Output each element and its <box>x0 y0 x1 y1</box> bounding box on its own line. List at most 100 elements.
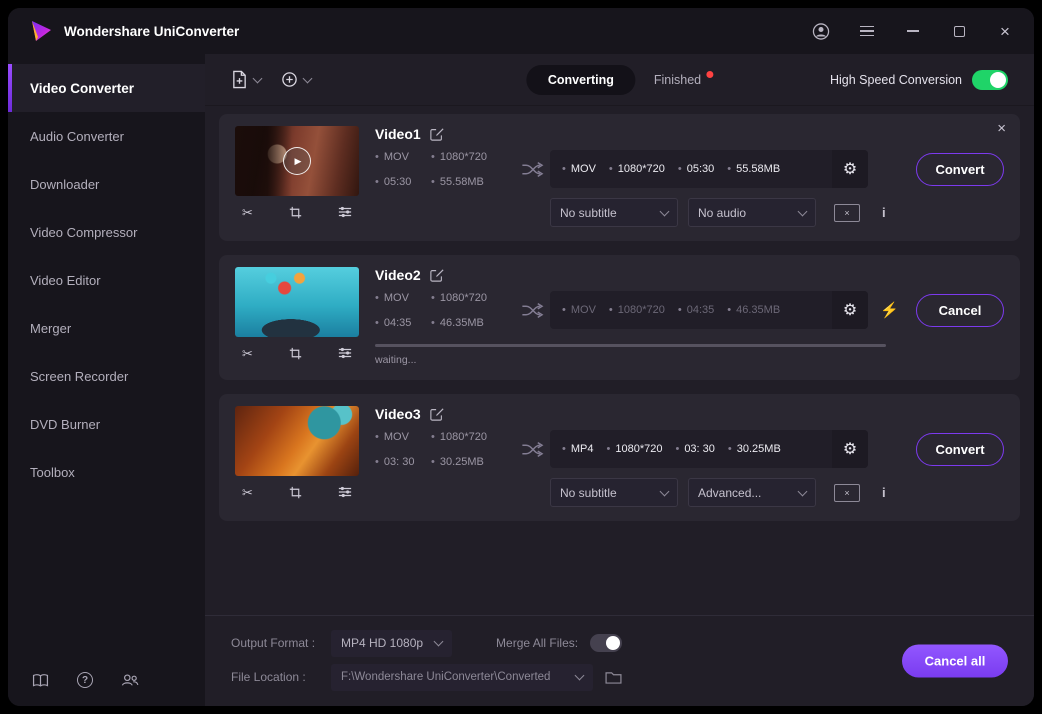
chevron-down-icon <box>434 637 444 647</box>
account-icon[interactable] <box>812 22 830 40</box>
output-duration: 05:30 <box>678 163 714 175</box>
sidebar-item-screen-recorder[interactable]: Screen Recorder <box>8 352 205 400</box>
minimize-icon[interactable] <box>904 22 922 40</box>
subtitle-dropdown[interactable]: No subtitle <box>550 198 678 227</box>
effects-sliders-icon[interactable] <box>338 346 352 360</box>
sidebar-item-video-converter[interactable]: Video Converter <box>8 64 205 112</box>
output-settings-box: MOV 1080*720 04:35 46.35MB ⚙ <box>550 291 868 329</box>
source-resolution: 1080*720 <box>431 292 515 304</box>
close-icon[interactable]: × <box>996 22 1014 40</box>
play-icon[interactable]: ▶ <box>283 147 311 175</box>
edit-tools: ✂ <box>235 196 359 219</box>
crop-icon[interactable] <box>289 485 302 499</box>
sidebar-item-video-compressor[interactable]: Video Compressor <box>8 208 205 256</box>
rename-icon[interactable] <box>430 407 444 421</box>
output-format: MP4 <box>562 443 593 455</box>
convert-button[interactable]: Convert <box>916 433 1004 466</box>
task-list: × ▶ ✂ <box>205 106 1034 521</box>
settings-gear-icon[interactable]: ⚙ <box>832 150 868 188</box>
trim-scissors-icon[interactable]: ✂ <box>242 346 253 360</box>
help-icon[interactable]: ? <box>77 672 93 688</box>
crop-icon[interactable] <box>289 205 302 219</box>
rename-icon[interactable] <box>430 268 444 282</box>
tab-finished[interactable]: Finished <box>654 73 713 87</box>
output-duration: 03: 30 <box>675 443 714 455</box>
source-resolution: 1080*720 <box>431 431 515 443</box>
info-icon[interactable]: i <box>882 205 886 220</box>
file-location-dropdown[interactable]: F:\Wondershare UniConverter\Converted <box>331 664 593 691</box>
sidebar-item-video-editor[interactable]: Video Editor <box>8 256 205 304</box>
sidebar-item-merger[interactable]: Merger <box>8 304 205 352</box>
source-duration: 04:35 <box>375 317 431 329</box>
output-format-label: Output Format : <box>231 636 331 650</box>
effects-sliders-icon[interactable] <box>338 205 352 219</box>
app-title: Wondershare UniConverter <box>64 24 239 39</box>
video-name: Video1 <box>375 126 421 142</box>
output-settings-box: MOV 1080*720 05:30 55.58MB ⚙ <box>550 150 868 188</box>
high-speed-lightning-icon: ⚡ <box>880 301 899 319</box>
audio-dropdown[interactable]: No audio <box>688 198 816 227</box>
video1-thumbnail: ▶ <box>235 126 359 196</box>
sidebar-item-dvd-burner[interactable]: DVD Burner <box>8 400 205 448</box>
add-files-button[interactable] <box>231 70 261 89</box>
merge-toggle[interactable] <box>590 634 622 652</box>
source-metadata: MOV 1080*720 04:35 46.35MB <box>375 292 515 329</box>
source-size: 55.58MB <box>431 176 515 188</box>
guide-book-icon[interactable] <box>32 673 49 688</box>
video2-thumbnail <box>235 267 359 337</box>
convert-button[interactable]: Convert <box>916 153 1004 186</box>
video-name: Video2 <box>375 267 421 283</box>
trim-scissors-icon[interactable]: ✂ <box>242 485 253 499</box>
source-format: MOV <box>375 292 431 304</box>
edit-tools: ✂ <box>235 337 359 360</box>
status-tabs: Converting Finished <box>526 65 713 95</box>
conversion-progress: waiting... <box>375 344 1004 366</box>
remove-task-icon[interactable]: × <box>997 121 1006 136</box>
output-size: 46.35MB <box>727 304 780 316</box>
task-card-video3: ✂ Video3 <box>219 394 1020 521</box>
convert-arrows-icon <box>515 302 550 319</box>
subtitle-track-icon[interactable]: × <box>834 484 860 502</box>
crop-icon[interactable] <box>289 346 302 360</box>
sidebar-item-toolbox[interactable]: Toolbox <box>8 448 205 496</box>
tab-converting[interactable]: Converting <box>526 65 636 95</box>
tab-finished-label: Finished <box>654 73 701 87</box>
output-format-dropdown[interactable]: MP4 HD 1080p <box>331 630 452 657</box>
rename-icon[interactable] <box>430 127 444 141</box>
effects-sliders-icon[interactable] <box>338 485 352 499</box>
output-settings-box: MP4 1080*720 03: 30 30.25MB ⚙ <box>550 430 868 468</box>
high-speed-toggle[interactable] <box>972 70 1008 90</box>
maximize-icon[interactable] <box>950 22 968 40</box>
cancel-all-button[interactable]: Cancel all <box>902 645 1008 678</box>
chevron-down-icon <box>660 206 670 216</box>
subtitle-track-icon[interactable]: × <box>834 204 860 222</box>
source-size: 30.25MB <box>431 456 515 468</box>
output-resolution: 1080*720 <box>606 443 662 455</box>
file-location-label: File Location : <box>231 670 331 684</box>
settings-gear-icon[interactable]: ⚙ <box>832 430 868 468</box>
trim-scissors-icon[interactable]: ✂ <box>242 205 253 219</box>
source-format: MOV <box>375 431 431 443</box>
audio-dropdown[interactable]: Advanced... <box>688 478 816 507</box>
app-logo-icon <box>28 19 54 43</box>
footer-bar: Output Format : MP4 HD 1080p Merge All F… <box>205 615 1034 706</box>
output-resolution: 1080*720 <box>609 163 665 175</box>
community-icon[interactable] <box>121 673 139 687</box>
subtitle-dropdown[interactable]: No subtitle <box>550 478 678 507</box>
source-duration: 03: 30 <box>375 456 431 468</box>
titlebar-controls: × <box>812 22 1014 40</box>
sidebar-item-audio-converter[interactable]: Audio Converter <box>8 112 205 160</box>
cancel-button[interactable]: Cancel <box>916 294 1004 327</box>
open-folder-icon[interactable] <box>605 671 622 684</box>
source-format: MOV <box>375 151 431 163</box>
settings-gear-icon[interactable]: ⚙ <box>832 291 868 329</box>
add-device-button[interactable] <box>281 71 311 88</box>
main-panel: Converting Finished High Speed Conversio… <box>205 54 1034 706</box>
info-icon[interactable]: i <box>882 485 886 500</box>
merge-all-files-label: Merge All Files: <box>496 636 578 650</box>
high-speed-label: High Speed Conversion <box>830 73 962 87</box>
sidebar-item-downloader[interactable]: Downloader <box>8 160 205 208</box>
progress-bar <box>375 344 886 347</box>
menu-icon[interactable] <box>858 22 876 40</box>
audio-value: No audio <box>698 206 746 220</box>
